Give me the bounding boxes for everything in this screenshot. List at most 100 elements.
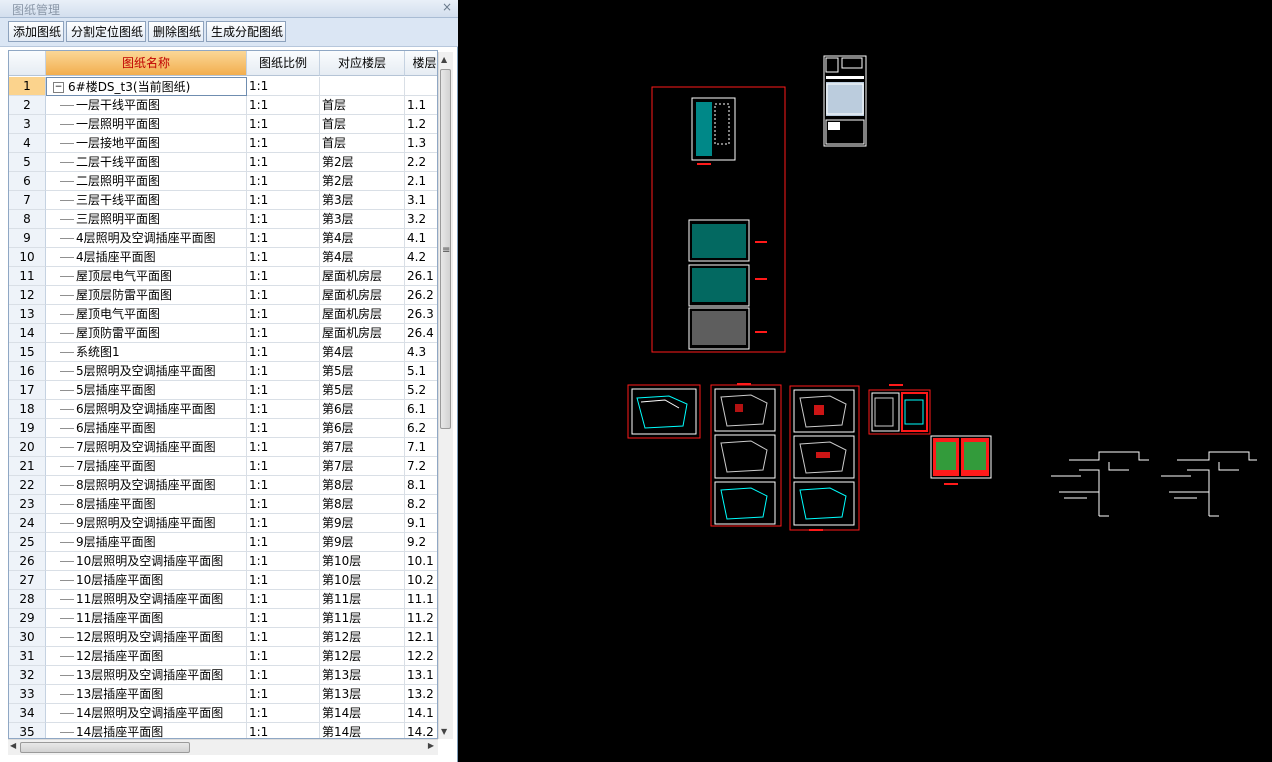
drawing-scale-cell[interactable]: 1:1 bbox=[247, 267, 320, 286]
floor-code-cell[interactable]: 4.1 bbox=[405, 229, 437, 248]
drawing-name-cell[interactable]: 8层照明及空调插座平面图 bbox=[46, 476, 247, 495]
table-row[interactable]: 15 系统图1 1:1 第4层 4.3 bbox=[9, 343, 437, 362]
cad-sheet-floor-4-5[interactable] bbox=[789, 385, 860, 531]
floor-code-cell[interactable]: 14.1 bbox=[405, 704, 437, 723]
drawing-name-cell[interactable]: 系统图1 bbox=[46, 343, 247, 362]
delete-drawing-button[interactable]: 删除图纸 bbox=[148, 21, 204, 42]
floor-cell[interactable]: 第6层 bbox=[320, 400, 405, 419]
floor-cell[interactable]: 第12层 bbox=[320, 647, 405, 666]
cad-sheet-floor-1[interactable] bbox=[627, 384, 701, 439]
drawing-name-cell[interactable]: 12层插座平面图 bbox=[46, 647, 247, 666]
drawing-scale-cell[interactable]: 1:1 bbox=[247, 77, 320, 96]
drawing-scale-cell[interactable]: 1:1 bbox=[247, 229, 320, 248]
table-row[interactable]: 18 6层照明及空调插座平面图 1:1 第6层 6.1 bbox=[9, 400, 437, 419]
drawing-name-cell[interactable]: 8层插座平面图 bbox=[46, 495, 247, 514]
table-row[interactable]: 25 9层插座平面图 1:1 第9层 9.2 bbox=[9, 533, 437, 552]
floor-code-cell[interactable]: 13.2 bbox=[405, 685, 437, 704]
cad-detail-drawing-2[interactable] bbox=[1161, 451, 1257, 517]
table-row[interactable]: 6 二层照明平面图 1:1 第2层 2.1 bbox=[9, 172, 437, 191]
drawing-name-cell[interactable]: 一层照明平面图 bbox=[46, 115, 247, 134]
floor-code-cell[interactable]: 8.1 bbox=[405, 476, 437, 495]
drawing-name-cell[interactable]: 5层插座平面图 bbox=[46, 381, 247, 400]
floor-cell[interactable]: 第6层 bbox=[320, 419, 405, 438]
floor-code-cell[interactable]: 5.2 bbox=[405, 381, 437, 400]
table-row[interactable]: 24 9层照明及空调插座平面图 1:1 第9层 9.1 bbox=[9, 514, 437, 533]
floor-code-cell[interactable]: 26.4 bbox=[405, 324, 437, 343]
table-row[interactable]: 7 三层干线平面图 1:1 第3层 3.1 bbox=[9, 191, 437, 210]
floor-code-cell[interactable]: 26.2 bbox=[405, 286, 437, 305]
table-row[interactable]: 32 13层照明及空调插座平面图 1:1 第13层 13.1 bbox=[9, 666, 437, 685]
table-row[interactable]: 14 屋顶防雷平面图 1:1 屋面机房层 26.4 bbox=[9, 324, 437, 343]
header-row-number[interactable] bbox=[9, 51, 46, 76]
drawing-scale-cell[interactable]: 1:1 bbox=[247, 476, 320, 495]
floor-code-cell[interactable]: 12.2 bbox=[405, 647, 437, 666]
floor-cell[interactable]: 第4层 bbox=[320, 229, 405, 248]
floor-code-cell[interactable]: 9.1 bbox=[405, 514, 437, 533]
floor-cell[interactable]: 第2层 bbox=[320, 172, 405, 191]
table-row[interactable]: 16 5层照明及空调插座平面图 1:1 第5层 5.1 bbox=[9, 362, 437, 381]
cad-detail-drawing-1[interactable] bbox=[1051, 451, 1149, 517]
cad-sheet-riser[interactable] bbox=[691, 97, 736, 165]
drawing-scale-cell[interactable]: 1:1 bbox=[247, 400, 320, 419]
floor-cell[interactable]: 第9层 bbox=[320, 533, 405, 552]
table-row[interactable]: 12 屋顶层防雷平面图 1:1 屋面机房层 26.2 bbox=[9, 286, 437, 305]
table-row[interactable]: 35 14层插座平面图 1:1 第14层 14.2 bbox=[9, 723, 437, 738]
floor-cell[interactable]: 屋面机房层 bbox=[320, 267, 405, 286]
floor-code-cell[interactable]: 1.1 bbox=[405, 96, 437, 115]
horizontal-scrollbar[interactable]: ◀ ▶ bbox=[8, 739, 438, 755]
header-drawing-name[interactable]: 图纸名称 bbox=[46, 51, 247, 76]
drawing-name-cell[interactable]: 7层插座平面图 bbox=[46, 457, 247, 476]
drawing-name-cell[interactable]: 14层插座平面图 bbox=[46, 723, 247, 738]
floor-code-cell[interactable]: 7.1 bbox=[405, 438, 437, 457]
floor-cell[interactable]: 第13层 bbox=[320, 666, 405, 685]
floor-code-cell[interactable]: 7.2 bbox=[405, 457, 437, 476]
floor-cell[interactable]: 屋面机房层 bbox=[320, 305, 405, 324]
floor-code-cell[interactable]: 4.3 bbox=[405, 343, 437, 362]
drawing-scale-cell[interactable]: 1:1 bbox=[247, 457, 320, 476]
drawing-name-cell[interactable]: 7层照明及空调插座平面图 bbox=[46, 438, 247, 457]
floor-code-cell[interactable]: 13.1 bbox=[405, 666, 437, 685]
table-row[interactable]: 2 一层干线平面图 1:1 首层 1.1 bbox=[9, 96, 437, 115]
floor-code-cell[interactable]: 14.2 bbox=[405, 723, 437, 738]
floor-cell[interactable]: 第2层 bbox=[320, 153, 405, 172]
floor-code-cell[interactable]: 5.1 bbox=[405, 362, 437, 381]
floor-cell[interactable]: 第7层 bbox=[320, 457, 405, 476]
floor-cell[interactable]: 第11层 bbox=[320, 609, 405, 628]
table-row-root[interactable]: 1 −6#楼DS_t3(当前图纸) 1:1 bbox=[9, 77, 437, 96]
drawing-scale-cell[interactable]: 1:1 bbox=[247, 438, 320, 457]
drawing-name-cell[interactable]: 12层照明及空调插座平面图 bbox=[46, 628, 247, 647]
table-row[interactable]: 31 12层插座平面图 1:1 第12层 12.2 bbox=[9, 647, 437, 666]
floor-code-cell[interactable]: 6.1 bbox=[405, 400, 437, 419]
floor-code-cell[interactable]: 1.3 bbox=[405, 134, 437, 153]
drawing-scale-cell[interactable]: 1:1 bbox=[247, 685, 320, 704]
floor-code-cell[interactable]: 8.2 bbox=[405, 495, 437, 514]
cad-sheet-roof-plans[interactable] bbox=[688, 219, 767, 350]
drawing-scale-cell[interactable]: 1:1 bbox=[247, 305, 320, 324]
floor-cell[interactable]: 屋面机房层 bbox=[320, 324, 405, 343]
drawing-scale-cell[interactable]: 1:1 bbox=[247, 419, 320, 438]
drawing-name-cell[interactable]: 二层干线平面图 bbox=[46, 153, 247, 172]
floor-code-cell[interactable]: 26.3 bbox=[405, 305, 437, 324]
collapse-icon[interactable]: − bbox=[53, 82, 64, 93]
table-row[interactable]: 34 14层照明及空调插座平面图 1:1 第14层 14.1 bbox=[9, 704, 437, 723]
drawing-scale-cell[interactable]: 1:1 bbox=[247, 495, 320, 514]
floor-cell[interactable]: 第5层 bbox=[320, 362, 405, 381]
floor-code-cell[interactable]: 26.1 bbox=[405, 267, 437, 286]
floor-cell[interactable]: 第8层 bbox=[320, 476, 405, 495]
table-row[interactable]: 29 11层插座平面图 1:1 第11层 11.2 bbox=[9, 609, 437, 628]
drawing-scale-cell[interactable]: 1:1 bbox=[247, 381, 320, 400]
floor-code-cell[interactable]: 11.2 bbox=[405, 609, 437, 628]
drawing-scale-cell[interactable]: 1:1 bbox=[247, 134, 320, 153]
floor-code-cell[interactable]: 6.2 bbox=[405, 419, 437, 438]
floor-cell[interactable]: 首层 bbox=[320, 115, 405, 134]
floor-cell[interactable]: 第5层 bbox=[320, 381, 405, 400]
scroll-left-icon[interactable]: ◀ bbox=[10, 741, 16, 750]
drawing-name-cell[interactable]: 10层插座平面图 bbox=[46, 571, 247, 590]
table-row[interactable]: 13 屋顶电气平面图 1:1 屋面机房层 26.3 bbox=[9, 305, 437, 324]
drawing-scale-cell[interactable]: 1:1 bbox=[247, 666, 320, 685]
floor-cell[interactable]: 第11层 bbox=[320, 590, 405, 609]
table-row[interactable]: 10 4层插座平面图 1:1 第4层 4.2 bbox=[9, 248, 437, 267]
drawing-name-cell[interactable]: −6#楼DS_t3(当前图纸) bbox=[46, 77, 247, 96]
table-row[interactable]: 33 13层插座平面图 1:1 第13层 13.2 bbox=[9, 685, 437, 704]
floor-cell[interactable]: 第3层 bbox=[320, 210, 405, 229]
